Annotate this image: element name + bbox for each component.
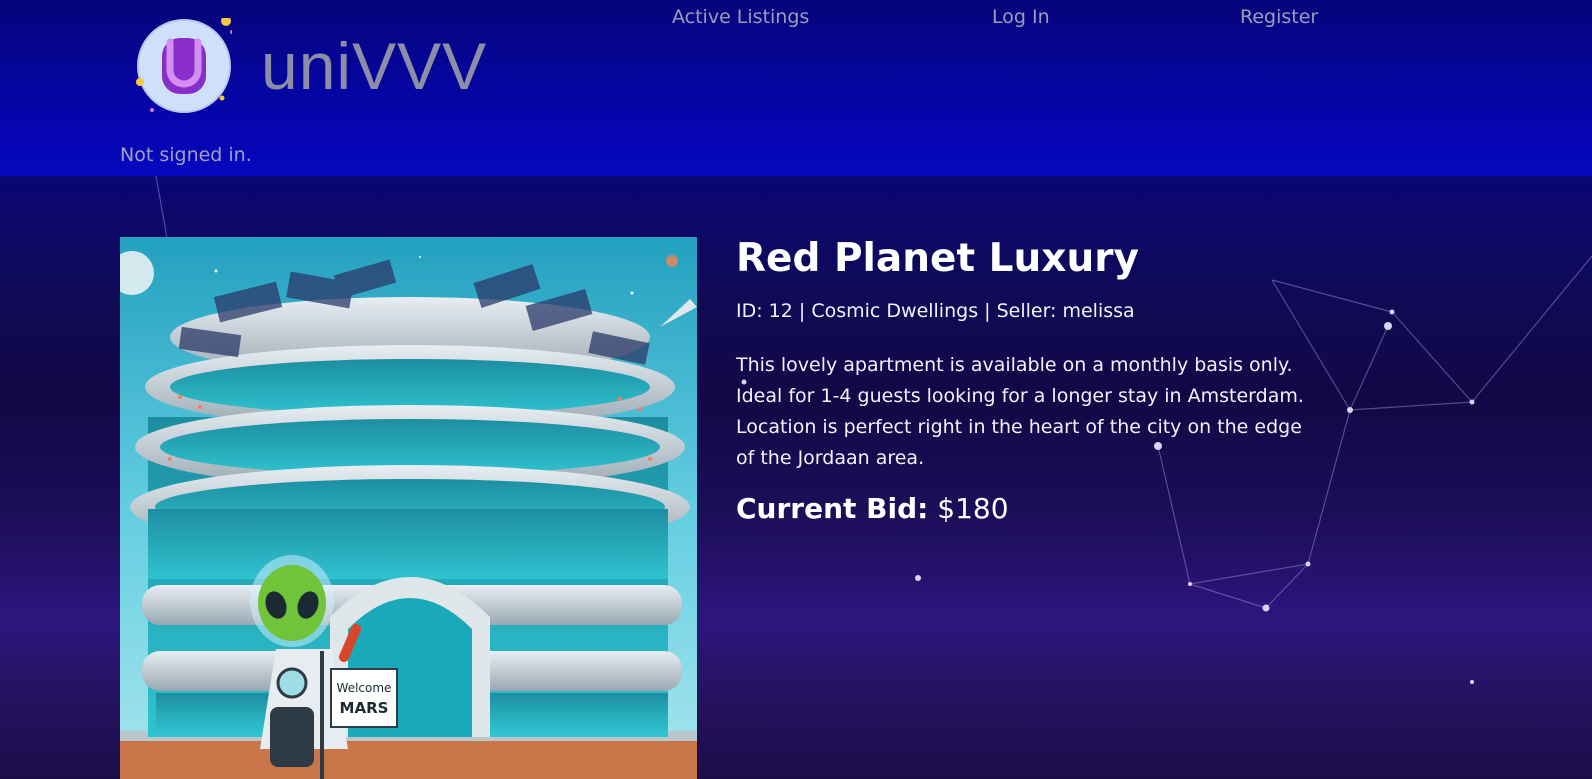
sign-line-welcome: Welcome <box>337 681 392 695</box>
current-bid-value: $180 <box>937 492 1009 525</box>
listing-meta: ID: 12 | Cosmic Dwellings | Seller: meli… <box>736 300 1135 322</box>
brand-name[interactable]: uniVVV <box>261 26 487 106</box>
listing-description: This lovely apartment is available on a … <box>736 354 1304 469</box>
nav-register-link[interactable]: Register <box>1240 6 1318 28</box>
site-header: uniVVV Active Listings Log In Register N… <box>0 0 1592 176</box>
univvv-logo-icon[interactable] <box>136 18 232 114</box>
nav-log-in-link[interactable]: Log In <box>992 6 1050 28</box>
current-bid: Current Bid: $180 <box>736 492 1009 525</box>
sign-line-mars: MARS <box>340 699 389 717</box>
listing-photo: Welcome MARS <box>120 237 697 779</box>
current-bid-label: Current Bid: <box>736 492 929 525</box>
auth-status-text: Not signed in. <box>120 144 252 166</box>
listing-title: Red Planet Luxury <box>736 236 1139 281</box>
nav-active-listings-link[interactable]: Active Listings <box>672 6 809 28</box>
